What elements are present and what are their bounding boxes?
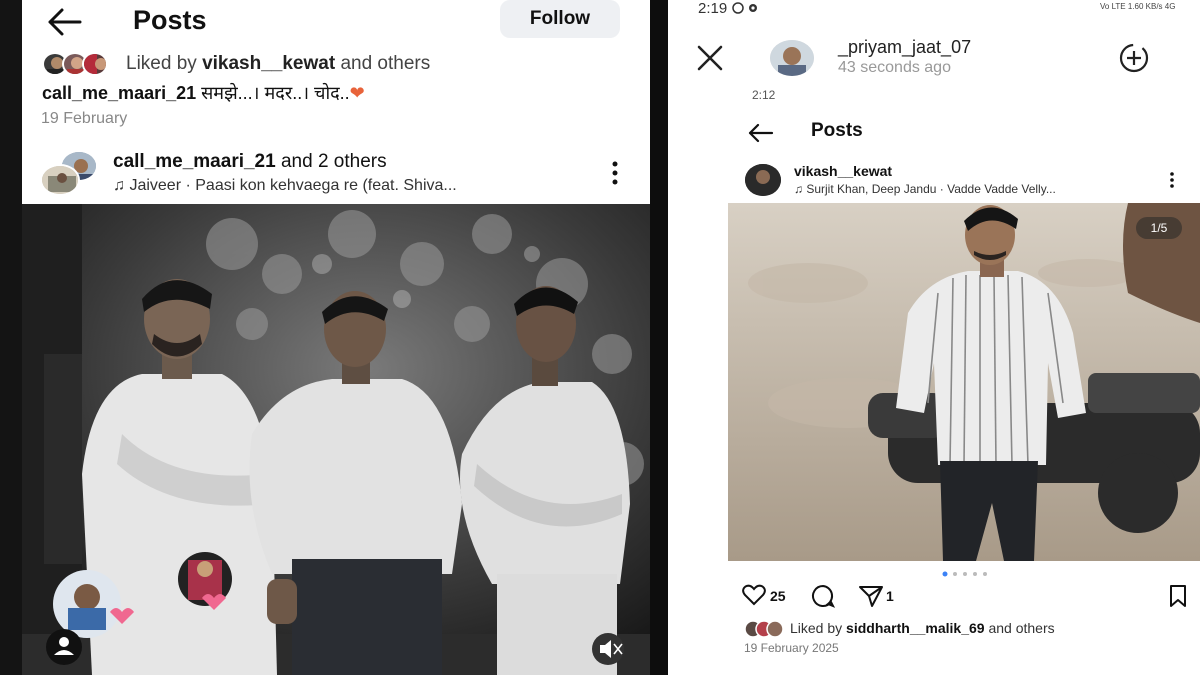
- more-vertical-icon: [1170, 172, 1174, 188]
- share-icon: [859, 586, 883, 607]
- post-music: ♫ Surjit Khan, Deep Jandu · Vadde Vadde …: [794, 182, 1056, 196]
- instagram-posts-screen: Posts Follow Liked by vikash__kewat and …: [22, 0, 650, 675]
- whatsapp-gear-icons: [732, 2, 758, 14]
- liked-by-row[interactable]: Liked by vikash__kewat and others: [42, 50, 642, 78]
- add-circle-icon[interactable]: [1116, 42, 1152, 74]
- left-bezel: [0, 0, 22, 675]
- collab-avatars[interactable]: [40, 150, 98, 196]
- mute-icon[interactable]: [592, 633, 624, 665]
- music-note-icon: ♫: [794, 182, 803, 196]
- status-bar: 2:19 Vo LTE 1.60 KB/s 4G: [668, 0, 1200, 20]
- post-header: call_me_maari_21 and 2 others ♫ Jaiveer …: [22, 146, 650, 202]
- close-icon[interactable]: [696, 44, 724, 72]
- music-track-text: Jaiveer · Paasi kon kehvaega re (feat. S…: [129, 177, 457, 194]
- post-date: 19 February 2025: [744, 641, 839, 655]
- inner-status-time: 2:12: [752, 88, 776, 102]
- caption-username[interactable]: call_me_maari_21: [42, 83, 196, 103]
- user-tag-icon[interactable]: [46, 629, 82, 665]
- liked-by-text: Liked by vikash__kewat and others: [126, 53, 431, 74]
- heart-icon: [742, 584, 766, 606]
- post-photo: 1/5: [728, 203, 1200, 561]
- post-author[interactable]: call_me_maari_21 and 2 others: [113, 151, 387, 173]
- posts-header: Posts Follow: [22, 0, 650, 46]
- liked-by-row: Liked by siddharth__malik_69 and others: [744, 618, 1184, 638]
- post-author: vikash__kewat: [794, 163, 893, 179]
- back-arrow-icon: [748, 123, 774, 143]
- like-action: 25: [742, 584, 802, 610]
- page-title: Posts: [133, 5, 207, 35]
- avatar: [82, 52, 108, 76]
- comment-action: [810, 584, 840, 610]
- liked-by-text: Liked by siddharth__malik_69 and others: [790, 620, 1055, 636]
- heart-emoji: ❤: [349, 83, 365, 103]
- share-count: 1: [886, 588, 894, 604]
- post-photo[interactable]: [22, 204, 650, 675]
- follow-button[interactable]: Follow: [500, 0, 620, 38]
- shared-post-screenshot: 2:12 Posts vikash__kewat ♫ Surjit Khan, …: [728, 88, 1200, 675]
- page-title: Posts: [811, 120, 863, 141]
- share-action: 1: [858, 584, 918, 610]
- music-track-text: Surjit Khan, Deep Jandu · Vadde Vadde Ve…: [806, 182, 1056, 196]
- carousel-counter: 1/5: [1136, 217, 1182, 239]
- status-time: 2:19: [698, 0, 761, 17]
- carousel-indicator: [942, 571, 987, 577]
- like-count: 25: [770, 588, 786, 604]
- music-note-icon: ♫: [113, 177, 125, 194]
- right-story-panel: 2:19 Vo LTE 1.60 KB/s 4G _priyam_jaat_07…: [668, 0, 1200, 675]
- post-date: 19 February: [41, 110, 128, 127]
- story-username[interactable]: _priyam_jaat_07: [838, 37, 971, 58]
- liker-avatars: [744, 620, 784, 638]
- post-action-bar: 25 1: [742, 584, 1192, 610]
- comment-icon: [812, 584, 836, 608]
- post-caption: call_me_maari_21 समझे...। मदर..। चोद..❤: [42, 81, 365, 105]
- status-icons: Vo LTE 1.60 KB/s 4G: [1100, 2, 1176, 11]
- bookmark-icon: [1170, 585, 1186, 607]
- avatar[interactable]: [770, 40, 814, 76]
- right-bezel: [650, 0, 668, 675]
- story-header: _priyam_jaat_07 43 seconds ago: [668, 30, 1200, 85]
- avatar: [745, 164, 781, 196]
- left-screenshot-panel: Posts Follow Liked by vikash__kewat and …: [0, 0, 668, 675]
- story-timestamp: 43 seconds ago: [838, 59, 951, 76]
- caption-text: समझे...। मदर..। चोद..: [201, 83, 350, 103]
- back-arrow-icon[interactable]: [44, 4, 84, 40]
- more-vertical-icon[interactable]: [608, 158, 622, 188]
- liker-avatars: [42, 52, 110, 76]
- post-music[interactable]: ♫ Jaiveer · Paasi kon kehvaega re (feat.…: [113, 177, 457, 195]
